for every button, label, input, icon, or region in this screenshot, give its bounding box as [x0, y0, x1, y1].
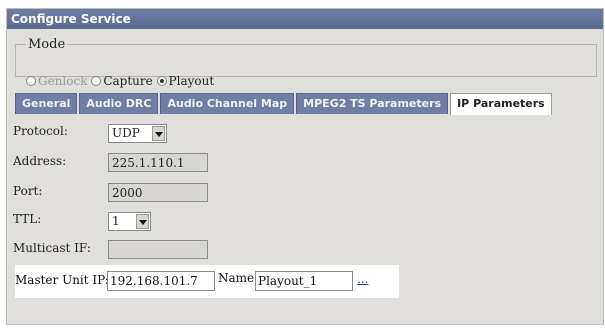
master-unit-row: Master Unit IP: 192.168.101.7 Name: Play… [15, 265, 399, 298]
tab-mpeg2-ts-parameters[interactable]: MPEG2 TS Parameters [296, 93, 449, 114]
master-unit-ip-field[interactable]: 192.168.101.7 [107, 271, 215, 291]
multicast-if-field[interactable] [108, 240, 208, 259]
browse-link[interactable]: ... [357, 272, 368, 286]
protocol-label: Protocol: [13, 124, 68, 138]
radio-playout[interactable] [156, 76, 167, 86]
panel-title: Configure Service [7, 9, 603, 29]
protocol-select[interactable]: UDP [108, 124, 167, 143]
configure-service-panel: Configure Service Mode Genlock Capture P… [6, 8, 604, 325]
port-label: Port: [13, 184, 43, 198]
mode-options: Genlock Capture Playout [26, 74, 214, 88]
ttl-label: TTL: [13, 212, 42, 226]
mode-option-genlock: Genlock [26, 74, 87, 88]
mode-option-label: Capture [103, 74, 153, 88]
tab-ip-parameters[interactable]: IP Parameters [450, 93, 552, 115]
mode-option-capture[interactable]: Capture [91, 74, 153, 88]
mode-legend: Mode [28, 37, 66, 52]
tab-bar: General Audio DRC Audio Channel Map MPEG… [15, 93, 554, 115]
ttl-value: 1 [112, 214, 120, 228]
tab-general[interactable]: General [15, 93, 78, 114]
ttl-select[interactable]: 1 [108, 212, 151, 231]
chevron-down-icon[interactable] [136, 214, 149, 229]
mode-option-playout[interactable]: Playout [156, 74, 215, 88]
address-label: Address: [13, 154, 67, 168]
port-field[interactable]: 2000 [108, 183, 208, 202]
multicast-if-label: Multicast IF: [13, 241, 91, 255]
radio-capture[interactable] [91, 76, 102, 86]
chevron-down-icon[interactable] [152, 126, 165, 141]
mode-option-label: Genlock [38, 74, 88, 88]
master-unit-ip-label: Master Unit IP: [15, 273, 109, 287]
name-label: Name: [218, 271, 259, 285]
radio-genlock [26, 76, 36, 86]
protocol-value: UDP [112, 126, 140, 140]
mode-option-label: Playout [168, 74, 215, 88]
tab-audio-drc[interactable]: Audio DRC [79, 93, 159, 114]
address-field[interactable]: 225.1.110.1 [108, 153, 208, 172]
mode-group: Mode Genlock Capture Playout [15, 37, 597, 88]
tab-audio-channel-map[interactable]: Audio Channel Map [160, 93, 295, 114]
name-field[interactable]: Playout_1 [255, 271, 353, 291]
